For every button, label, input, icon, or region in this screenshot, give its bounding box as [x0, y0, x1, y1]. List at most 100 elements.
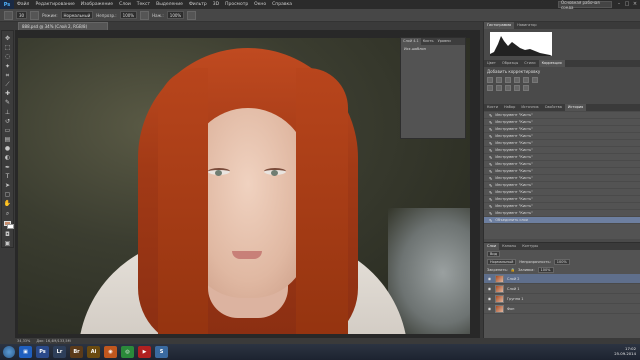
- taskbar-app-lightroom[interactable]: Lr: [53, 346, 66, 358]
- chrome-icon[interactable]: ◎: [121, 346, 134, 358]
- minimize-icon[interactable]: –: [616, 1, 622, 7]
- move-tool-icon[interactable]: ✥: [4, 35, 12, 42]
- photo-filter-adjust-icon[interactable]: [505, 85, 511, 91]
- history-item[interactable]: ✎ Инструмент "Кисть": [484, 189, 640, 196]
- blend-mode-select[interactable]: Нормальный: [487, 259, 517, 265]
- history-item[interactable]: ✎ Инструмент "Кисть": [484, 168, 640, 175]
- menu-filter[interactable]: Фильтр: [186, 2, 210, 7]
- maximize-icon[interactable]: □: [624, 1, 630, 7]
- document-tab[interactable]: 888.psd @ 34% (Слой 2, RGB/8): [18, 22, 108, 30]
- history-item[interactable]: ✎ Инструмент "Кисть": [484, 203, 640, 210]
- layer-row[interactable]: ◉ Группа 1: [484, 294, 640, 304]
- floating-panel-item[interactable]: Исх.шаблон: [401, 45, 465, 53]
- tab-layers[interactable]: Слои: [484, 243, 500, 250]
- start-button[interactable]: [3, 346, 15, 358]
- history-item[interactable]: ✎ Инструмент "Кисть": [484, 140, 640, 147]
- history-item[interactable]: ✎ Объединить слои: [484, 217, 640, 224]
- menu-help[interactable]: Справка: [269, 2, 295, 7]
- skype-icon[interactable]: S: [155, 346, 168, 358]
- workspace-select[interactable]: Основная рабочая среда: [558, 0, 612, 10]
- system-tray[interactable]: 17:02 25.09.2014: [614, 346, 636, 356]
- vibrance-adjust-icon[interactable]: [523, 77, 529, 83]
- airbrush-icon[interactable]: [187, 10, 197, 20]
- gradient-tool-icon[interactable]: ▤: [4, 136, 12, 143]
- tab-levels[interactable]: Уровни: [436, 38, 453, 45]
- brightness-adjust-icon[interactable]: [487, 77, 493, 83]
- history-item[interactable]: ✎ Инструмент "Кисть": [484, 182, 640, 189]
- visibility-eye-icon[interactable]: ◉: [487, 296, 492, 301]
- pressure-opacity-icon[interactable]: [140, 10, 150, 20]
- menu-file[interactable]: Файл: [14, 2, 32, 7]
- tab-history[interactable]: История: [564, 104, 587, 111]
- history-item[interactable]: ✎ Инструмент "Кисть": [484, 161, 640, 168]
- menu-3d[interactable]: 3D: [210, 2, 222, 7]
- history-item[interactable]: ✎ Инструмент "Кисть": [484, 196, 640, 203]
- tab-brush-presets[interactable]: Набор: [501, 104, 518, 111]
- layer-row[interactable]: ◉ Слой 2: [484, 274, 640, 284]
- stamp-tool-icon[interactable]: ⊥: [4, 109, 12, 116]
- healing-tool-icon[interactable]: ✚: [4, 90, 12, 97]
- history-brush-tool-icon[interactable]: ↺: [4, 118, 12, 125]
- eyedropper-tool-icon[interactable]: ⟋: [4, 81, 12, 88]
- menu-select[interactable]: Выделение: [153, 2, 186, 7]
- history-item[interactable]: ✎ Инструмент "Кисть": [484, 147, 640, 154]
- crop-tool-icon[interactable]: ⌗: [4, 72, 12, 79]
- tab-histogram[interactable]: Гистограмма: [484, 22, 515, 29]
- brush-tool-icon[interactable]: ✎: [4, 99, 12, 106]
- lock-icon[interactable]: 🔒: [511, 268, 515, 272]
- menu-window[interactable]: Окно: [251, 2, 269, 7]
- brush-size-field[interactable]: 30: [16, 11, 28, 19]
- dodge-tool-icon[interactable]: ◐: [4, 154, 12, 161]
- layer-row[interactable]: ◉ Фон: [484, 304, 640, 314]
- tab-layer-comp[interactable]: Слой 4.1: [401, 38, 421, 45]
- history-item[interactable]: ✎ Инструмент "Кисть": [484, 133, 640, 140]
- layer-fill-field[interactable]: 100%: [537, 267, 554, 273]
- shape-tool-icon[interactable]: ▢: [4, 191, 12, 198]
- marquee-tool-icon[interactable]: ⬚: [4, 44, 12, 51]
- visibility-eye-icon[interactable]: ◉: [487, 276, 492, 281]
- tab-navigator[interactable]: Навигатор: [514, 22, 540, 29]
- magic-wand-tool-icon[interactable]: ✦: [4, 63, 12, 70]
- history-item[interactable]: ✎ Инструмент "Кисть": [484, 119, 640, 126]
- history-item[interactable]: ✎ Инструмент "Кисть": [484, 175, 640, 182]
- firefox-icon[interactable]: ◉: [104, 346, 117, 358]
- blur-tool-icon[interactable]: ●: [4, 145, 12, 152]
- exposure-adjust-icon[interactable]: [514, 77, 520, 83]
- visibility-eye-icon[interactable]: ◉: [487, 306, 492, 311]
- visibility-eye-icon[interactable]: ◉: [487, 286, 492, 291]
- menu-view[interactable]: Просмотр: [222, 2, 251, 7]
- menu-layers[interactable]: Слои: [116, 2, 134, 7]
- history-item[interactable]: ✎ Инструмент "Кисть": [484, 210, 640, 217]
- history-item[interactable]: ✎ Инструмент "Кисть": [484, 154, 640, 161]
- screen-mode-icon[interactable]: ▣: [4, 240, 12, 247]
- quick-mask-icon[interactable]: ◘: [4, 231, 12, 238]
- taskbar-app-explorer[interactable]: ▣: [19, 346, 32, 358]
- type-tool-icon[interactable]: T: [4, 173, 12, 180]
- history-item[interactable]: ✎ Инструмент "Кисть": [484, 112, 640, 119]
- tab-brushes[interactable]: Кисти: [484, 104, 501, 111]
- close-icon[interactable]: ×: [632, 1, 638, 7]
- curves-adjust-icon[interactable]: [505, 77, 511, 83]
- tab-styles[interactable]: Стили: [521, 60, 538, 67]
- brush-preset-icon[interactable]: [4, 10, 13, 20]
- zoom-tool-icon[interactable]: ⌕: [4, 210, 12, 217]
- tab-color[interactable]: Цвет: [484, 60, 499, 67]
- hand-tool-icon[interactable]: ✋: [4, 200, 12, 207]
- tab-properties[interactable]: Свойства: [542, 104, 565, 111]
- layer-kind-filter[interactable]: Вид: [487, 251, 501, 257]
- tab-channels[interactable]: Каналы: [499, 243, 519, 250]
- hue-saturation-adjust-icon[interactable]: [532, 77, 538, 83]
- lasso-tool-icon[interactable]: ◌: [4, 53, 12, 60]
- menu-text[interactable]: Текст: [134, 2, 153, 7]
- taskbar-app-photoshop[interactable]: Ps: [36, 346, 49, 358]
- tab-paths[interactable]: Контуры: [519, 243, 541, 250]
- taskbar-app-illustrator[interactable]: Ai: [87, 346, 100, 358]
- tab-clone-source[interactable]: Источник: [518, 104, 541, 111]
- zoom-readout[interactable]: 34,33%: [17, 339, 30, 343]
- media-player-icon[interactable]: ▶: [138, 346, 151, 358]
- menu-edit[interactable]: Редактирование: [32, 2, 77, 7]
- history-item[interactable]: ✎ Инструмент "Кисть": [484, 126, 640, 133]
- brush-panel-icon[interactable]: [30, 10, 40, 20]
- background-color-swatch[interactable]: [6, 223, 14, 229]
- eraser-tool-icon[interactable]: ▭: [4, 127, 12, 134]
